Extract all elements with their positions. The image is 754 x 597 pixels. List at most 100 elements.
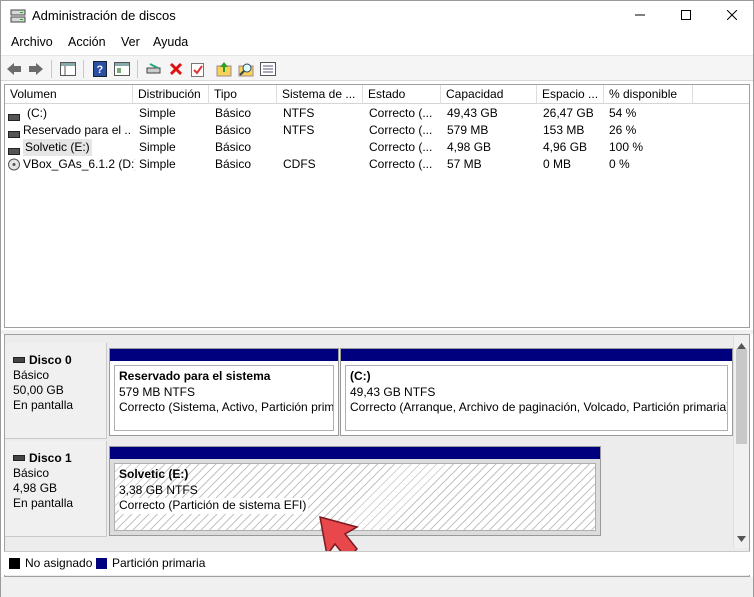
search-icon[interactable] bbox=[237, 60, 255, 78]
cell-type: Básico bbox=[215, 157, 252, 171]
status-bar bbox=[1, 577, 753, 597]
toolbar-separator bbox=[51, 60, 52, 78]
partition-bar bbox=[341, 349, 732, 361]
disk-management-icon bbox=[10, 9, 26, 23]
disk-1-label[interactable]: Disco 1 Básico 4,98 GB En pantalla bbox=[5, 441, 107, 537]
column-header-espacio[interactable]: Espacio ... bbox=[537, 85, 604, 104]
partition-body: (C:) 49,43 GB NTFS Correcto (Arranque, A… bbox=[345, 365, 728, 431]
cell-volume: Reservado para el ... bbox=[23, 123, 131, 137]
column-header-tipo[interactable]: Tipo bbox=[209, 85, 277, 104]
cell-status: Correcto (... bbox=[369, 140, 433, 154]
column-header-volumen[interactable]: Volumen bbox=[5, 85, 133, 104]
partition-c[interactable]: (C:) 49,43 GB NTFS Correcto (Arranque, A… bbox=[340, 348, 733, 436]
list-view-icon[interactable] bbox=[259, 60, 277, 78]
cell-volume: (C:) bbox=[27, 106, 47, 120]
disk-type: Básico bbox=[13, 466, 50, 480]
scroll-down-icon[interactable] bbox=[737, 531, 746, 545]
cell-fs: NTFS bbox=[283, 123, 315, 137]
title-bar: Administración de discos bbox=[1, 1, 753, 31]
properties-icon[interactable] bbox=[113, 60, 131, 78]
cell-fs: NTFS bbox=[283, 106, 315, 120]
partition-name: Reservado para el sistema bbox=[119, 369, 271, 383]
cell-volume: VBox_GAs_6.1.2 (D:) bbox=[23, 157, 135, 171]
cell-percent: 0 % bbox=[609, 157, 630, 171]
disk-0-label[interactable]: Disco 0 Básico 50,00 GB En pantalla bbox=[5, 343, 107, 439]
disk-graphical-view: Disco 0 Básico 50,00 GB En pantalla Rese… bbox=[4, 334, 750, 577]
disk-type: Básico bbox=[13, 368, 50, 382]
legend-label: Partición primaria bbox=[112, 556, 206, 570]
column-header-distribucion[interactable]: Distribución bbox=[133, 85, 209, 104]
up-folder-icon[interactable] bbox=[215, 60, 233, 78]
partition-status: Correcto (Partición de sistema EFI) bbox=[119, 498, 309, 514]
cell-capacity: 57 MB bbox=[447, 157, 482, 171]
disk-icon bbox=[13, 455, 25, 461]
disk-status: En pantalla bbox=[13, 398, 74, 412]
cell-free: 0 MB bbox=[543, 157, 572, 171]
volume-icon bbox=[8, 144, 20, 155]
maximize-button[interactable] bbox=[663, 1, 709, 31]
cell-percent: 54 % bbox=[609, 106, 637, 120]
cell-fs: CDFS bbox=[283, 157, 316, 171]
toolbar-separator bbox=[137, 60, 138, 78]
menu-ayuda[interactable]: Ayuda bbox=[153, 35, 188, 49]
legend-label: No asignado bbox=[25, 556, 93, 570]
cell-layout: Simple bbox=[139, 106, 176, 120]
cell-free: 153 MB bbox=[543, 123, 585, 137]
cell-volume: Solvetic (E:) bbox=[23, 139, 92, 156]
svg-text:?: ? bbox=[97, 64, 104, 76]
disk-status: En pantalla bbox=[13, 496, 74, 510]
cell-type: Básico bbox=[215, 106, 252, 120]
cell-capacity: 49,43 GB bbox=[447, 106, 498, 120]
table-row[interactable]: VBox_GAs_6.1.2 (D:) Simple Básico CDFS C… bbox=[5, 156, 749, 173]
cell-layout: Simple bbox=[139, 140, 176, 154]
partition-name: Solvetic (E:) bbox=[119, 467, 189, 481]
partition-name: (C:) bbox=[350, 369, 371, 383]
close-button[interactable] bbox=[709, 1, 754, 31]
cell-status: Correcto (... bbox=[369, 123, 433, 137]
cell-status: Correcto (... bbox=[369, 106, 433, 120]
connect-drive-icon[interactable] bbox=[145, 60, 163, 78]
cell-capacity: 579 MB bbox=[447, 123, 489, 137]
scrollbar-thumb[interactable] bbox=[736, 349, 747, 444]
cell-status: Correcto (... bbox=[369, 157, 433, 171]
cell-layout: Simple bbox=[139, 157, 176, 171]
back-icon[interactable] bbox=[5, 60, 23, 78]
cell-capacity: 4,98 GB bbox=[447, 140, 492, 154]
disk-name: Disco 0 bbox=[29, 353, 72, 367]
toolbar-separator bbox=[83, 60, 84, 78]
column-header-disponible[interactable]: % disponible bbox=[604, 85, 693, 104]
cd-drive-icon bbox=[8, 158, 20, 171]
column-header-estado[interactable]: Estado bbox=[363, 85, 441, 104]
volume-list-header: Volumen Distribución Tipo Sistema de ...… bbox=[5, 85, 749, 104]
partition-reservado[interactable]: Reservado para el sistema 579 MB NTFS Co… bbox=[109, 348, 339, 436]
table-row[interactable]: (C:) Simple Básico NTFS Correcto (... 49… bbox=[5, 105, 749, 122]
table-row-selected[interactable]: Solvetic (E:) Simple Básico Correcto (..… bbox=[5, 139, 749, 156]
partition-status: Correcto (Sistema, Activo, Partición pri… bbox=[119, 400, 334, 414]
menu-accion[interactable]: Acción bbox=[68, 35, 106, 49]
disk-icon bbox=[13, 357, 25, 363]
minimize-button[interactable] bbox=[617, 1, 663, 31]
maximize-icon bbox=[681, 9, 691, 23]
menu-ver[interactable]: Ver bbox=[121, 35, 140, 49]
minimize-icon bbox=[635, 9, 645, 23]
table-row[interactable]: Reservado para el ... Simple Básico NTFS… bbox=[5, 122, 749, 139]
partition-size: 579 MB NTFS bbox=[119, 384, 196, 399]
column-header-capacidad[interactable]: Capacidad bbox=[441, 85, 537, 104]
volume-list: Volumen Distribución Tipo Sistema de ...… bbox=[4, 84, 750, 328]
column-header-sistema[interactable]: Sistema de ... bbox=[277, 85, 363, 104]
forward-icon[interactable] bbox=[27, 60, 45, 78]
delete-icon[interactable] bbox=[167, 60, 185, 78]
cell-free: 26,47 GB bbox=[543, 106, 594, 120]
check-icon[interactable] bbox=[189, 60, 207, 78]
disk-name: Disco 1 bbox=[29, 451, 72, 465]
vertical-scrollbar[interactable] bbox=[733, 335, 749, 548]
help-icon[interactable]: ? bbox=[91, 60, 109, 78]
partition-bar bbox=[110, 447, 600, 459]
partition-body: Reservado para el sistema 579 MB NTFS Co… bbox=[114, 365, 334, 431]
partition-status: Correcto (Arranque, Archivo de paginació… bbox=[350, 400, 728, 414]
partition-bar bbox=[110, 349, 338, 361]
volume-icon bbox=[8, 127, 20, 138]
show-hide-console-tree-icon[interactable] bbox=[59, 60, 77, 78]
close-icon bbox=[726, 9, 738, 23]
menu-archivo[interactable]: Archivo bbox=[11, 35, 53, 49]
